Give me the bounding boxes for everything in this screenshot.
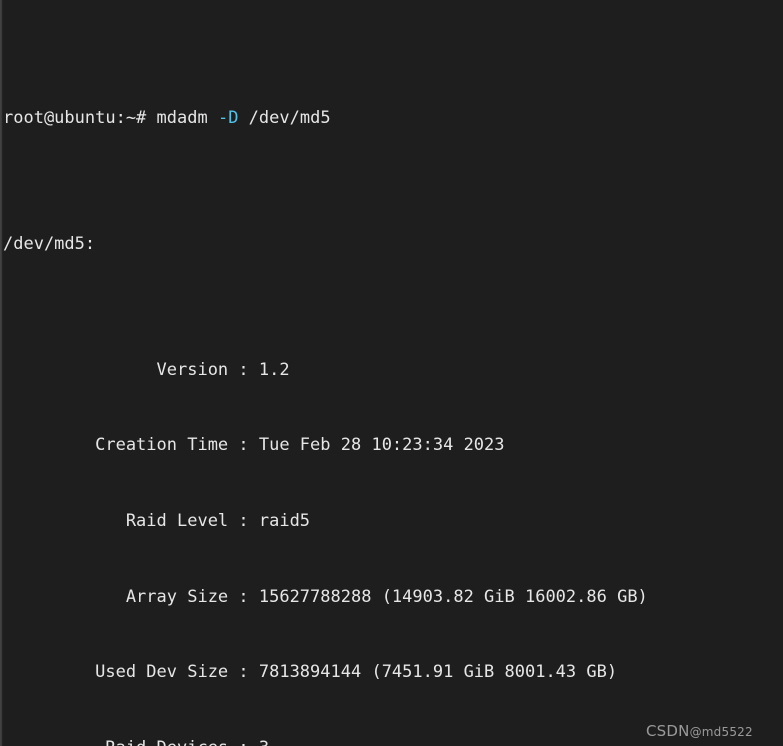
detail-row-raid-devices: Raid Devices : 3 xyxy=(3,736,783,746)
terminal-window[interactable]: root@ubuntu:~# mdadm -D /dev/md5 /dev/md… xyxy=(0,0,783,746)
detail-line: Creation Time : Tue Feb 28 10:23:34 2023 xyxy=(3,435,505,456)
detail-row-raid-level: Raid Level : raid5 xyxy=(3,509,783,534)
detail-line: Used Dev Size : 7813894144 (7451.91 GiB … xyxy=(3,662,618,683)
detail-row-array-size: Array Size : 15627788288 (14903.82 GiB 1… xyxy=(3,585,783,610)
detail-row-used-dev-size: Used Dev Size : 7813894144 (7451.91 GiB … xyxy=(3,660,783,685)
shell-prompt: root@ubuntu:~# xyxy=(3,107,157,128)
command-argument: /dev/md5 xyxy=(238,107,331,128)
terminal-scrollbar[interactable] xyxy=(0,0,3,746)
command-flag: -D xyxy=(217,107,239,128)
terminal-screen: root@ubuntu:~# mdadm -D /dev/md5 /dev/md… xyxy=(3,5,783,746)
detail-row-creation-time: Creation Time : Tue Feb 28 10:23:34 2023 xyxy=(3,433,783,458)
detail-line: Version : 1.2 xyxy=(3,359,290,380)
output-device-header: /dev/md5: xyxy=(3,233,96,254)
command-prompt-line: root@ubuntu:~# mdadm -D /dev/md5 xyxy=(3,106,783,131)
detail-line: Raid Devices : 3 xyxy=(3,738,269,746)
detail-line: Raid Level : raid5 xyxy=(3,511,311,531)
detail-row-version: Version : 1.2 xyxy=(3,358,783,383)
command-name: mdadm xyxy=(156,107,218,128)
detail-line: Array Size : 15627788288 (14903.82 GiB 1… xyxy=(3,586,648,607)
